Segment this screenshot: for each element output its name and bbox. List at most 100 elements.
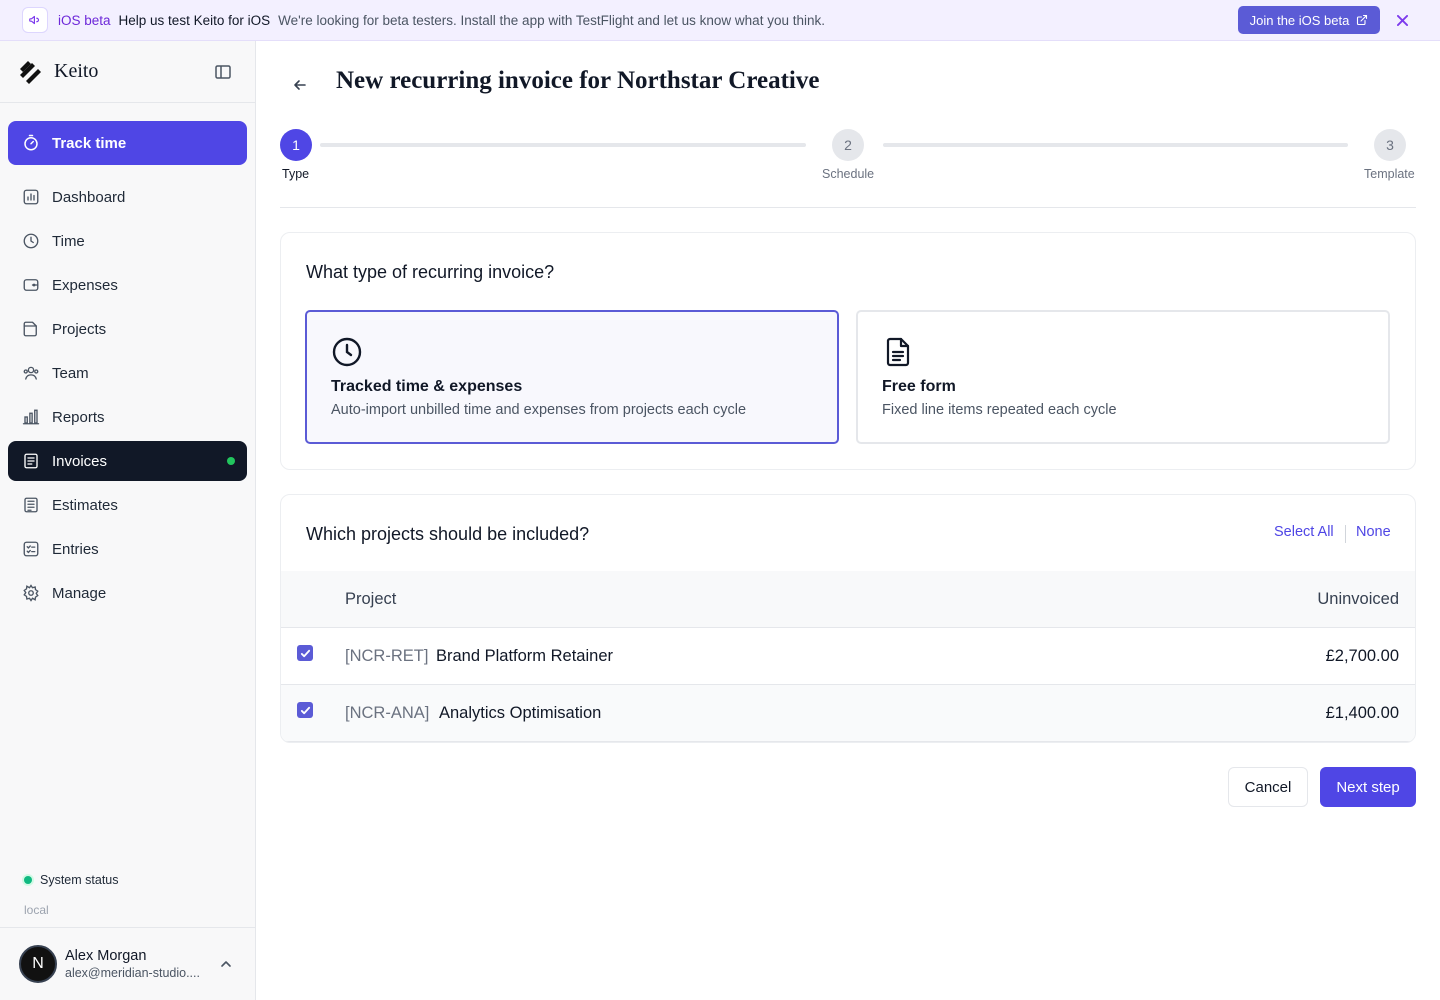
sidebar-item-entries[interactable]: Entries xyxy=(8,529,247,569)
status-dot xyxy=(24,876,32,884)
beta-banner: iOS beta Help us test Keito for iOS We'r… xyxy=(0,0,1440,41)
arrow-left-icon xyxy=(294,80,306,90)
dashboard-icon xyxy=(22,188,40,206)
project-amount: £2,700.00 xyxy=(1325,647,1399,665)
table-row: [NCR-ANA] Analytics Optimisation £1,400.… xyxy=(281,685,1415,742)
sidebar-item-label: Reports xyxy=(52,408,105,426)
cancel-button[interactable]: Cancel xyxy=(1228,767,1308,807)
sidebar-item-label: Time xyxy=(52,232,85,250)
project-checkbox[interactable] xyxy=(297,645,313,661)
banner-title: Help us test Keito for iOS xyxy=(118,12,271,28)
folder-icon xyxy=(22,320,40,338)
estimate-icon xyxy=(22,496,40,514)
active-indicator-dot xyxy=(227,457,235,465)
main-content: New recurring invoice for Northstar Crea… xyxy=(256,41,1440,1000)
project-checkbox[interactable] xyxy=(297,702,313,718)
sidebar-item-manage[interactable]: Manage xyxy=(8,573,247,613)
project-amount: £1,400.00 xyxy=(1325,704,1399,722)
sidebar-item-time[interactable]: Time xyxy=(8,221,247,261)
chevron-up-icon xyxy=(221,961,231,967)
divider xyxy=(280,207,1416,208)
sidebar: Keito Track time Dashboard Time Expenses… xyxy=(0,41,256,1000)
user-menu[interactable]: N Alex Morgan alex@meridian-studio.... xyxy=(0,927,255,1000)
sidebar-item-estimates[interactable]: Estimates xyxy=(8,485,247,525)
check-icon xyxy=(300,706,310,714)
type-option-title: Free form xyxy=(882,378,956,395)
sidebar-item-dashboard[interactable]: Dashboard xyxy=(8,177,247,217)
type-option-title: Tracked time & expenses xyxy=(331,378,523,395)
clock-icon xyxy=(22,232,40,250)
back-button[interactable] xyxy=(292,77,308,93)
project-code: [NCR-RET] xyxy=(345,647,429,665)
project-name: Brand Platform Retainer xyxy=(436,647,613,665)
join-ios-beta-label: Join the iOS beta xyxy=(1249,12,1350,28)
sidebar-item-label: Dashboard xyxy=(52,188,126,206)
projects-question: Which projects should be included? xyxy=(306,524,590,544)
invoice-type-question: What type of recurring invoice? xyxy=(306,262,555,282)
type-option-free-form[interactable]: Free form Fixed line items repeated each… xyxy=(856,310,1390,444)
step-connector xyxy=(883,143,1348,147)
keito-logo-icon xyxy=(20,60,41,84)
system-status-label: System status xyxy=(40,873,119,887)
gear-icon xyxy=(22,584,40,602)
type-option-description: Fixed line items repeated each cycle xyxy=(882,402,1117,418)
sidebar-item-label: Manage xyxy=(52,584,107,602)
table-row: [NCR-RET] Brand Platform Retainer £2,700… xyxy=(281,628,1415,685)
document-icon xyxy=(886,337,910,367)
sidebar-item-label: Invoices xyxy=(52,452,108,470)
sidebar-item-label: Entries xyxy=(52,540,99,558)
page-title: New recurring invoice for Northstar Crea… xyxy=(336,67,820,94)
banner-text: We're looking for beta testers. Install … xyxy=(278,12,825,28)
sidebar-item-invoices[interactable]: Invoices xyxy=(8,441,247,481)
track-time-button[interactable]: Track time xyxy=(8,121,247,165)
column-header-project: Project xyxy=(345,590,397,608)
select-none-link[interactable]: None xyxy=(1356,524,1391,540)
select-all-link[interactable]: Select All xyxy=(1274,524,1334,540)
avatar: N xyxy=(19,945,57,983)
step-3-circle[interactable]: 3 xyxy=(1374,129,1406,161)
link-separator xyxy=(1345,525,1346,543)
stopwatch-icon xyxy=(22,134,40,152)
team-icon xyxy=(22,364,40,382)
bar-chart-icon xyxy=(22,408,40,426)
sidebar-toggle-button[interactable] xyxy=(214,63,232,81)
external-link-icon xyxy=(1357,14,1368,26)
banner-tag: iOS beta xyxy=(58,12,111,28)
project-code: [NCR-ANA] xyxy=(345,704,430,722)
invoice-icon xyxy=(22,452,40,470)
sidebar-item-team[interactable]: Team xyxy=(8,353,247,393)
sidebar-item-label: Projects xyxy=(52,320,107,338)
sidebar-item-label: Expenses xyxy=(52,276,118,294)
next-step-button[interactable]: Next step xyxy=(1320,767,1416,807)
project-name: Analytics Optimisation xyxy=(439,704,602,722)
sidebar-panel-icon xyxy=(215,65,231,79)
join-ios-beta-button[interactable]: Join the iOS beta xyxy=(1238,6,1380,34)
clock-icon xyxy=(332,337,362,367)
user-name: Alex Morgan xyxy=(65,948,147,964)
megaphone-icon xyxy=(22,7,48,33)
track-time-label: Track time xyxy=(52,134,127,152)
step-2-label: Schedule xyxy=(822,167,875,181)
check-icon xyxy=(300,649,310,657)
sidebar-item-label: Team xyxy=(52,364,89,382)
sidebar-item-label: Estimates xyxy=(52,496,118,514)
sidebar-item-projects[interactable]: Projects xyxy=(8,309,247,349)
sidebar-item-reports[interactable]: Reports xyxy=(8,397,247,437)
type-option-tracked[interactable]: Tracked time & expenses Auto-import unbi… xyxy=(305,310,839,444)
step-1-circle[interactable]: 1 xyxy=(280,129,312,161)
projects-card: Which projects should be included? Selec… xyxy=(280,494,1416,743)
entries-icon xyxy=(22,540,40,558)
close-banner-button[interactable] xyxy=(1394,11,1410,29)
invoice-type-card: What type of recurring invoice? Tracked … xyxy=(280,232,1416,470)
step-1-label: Type xyxy=(282,167,310,181)
projects-table-header: Project Uninvoiced xyxy=(281,571,1415,628)
sidebar-item-expenses[interactable]: Expenses xyxy=(8,265,247,305)
app-name: Keito xyxy=(54,60,99,82)
system-status-link[interactable]: System status xyxy=(24,873,119,887)
user-email: alex@meridian-studio.... xyxy=(65,966,200,980)
column-header-uninvoiced: Uninvoiced xyxy=(1317,590,1399,608)
step-2-circle[interactable]: 2 xyxy=(832,129,864,161)
type-option-description: Auto-import unbilled time and expenses f… xyxy=(331,402,747,418)
step-3-label: Template xyxy=(1364,167,1415,181)
step-connector xyxy=(320,143,806,147)
